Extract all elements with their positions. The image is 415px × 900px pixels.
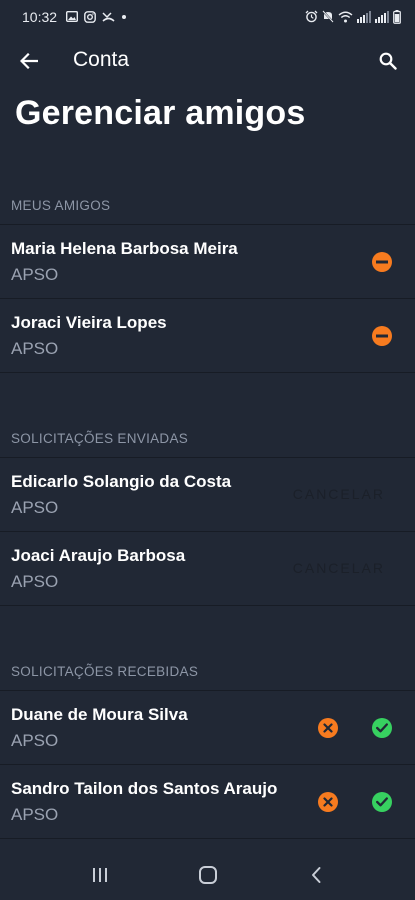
friend-name: Joraci Vieira Lopes xyxy=(11,313,167,332)
battery-icon xyxy=(393,9,401,24)
sent-request-name: Edicarlo Solangio da Costa xyxy=(11,472,232,491)
friend-org: APSO xyxy=(11,265,59,284)
divider xyxy=(0,838,415,839)
minus-icon xyxy=(376,334,388,338)
instagram-icon xyxy=(84,10,96,23)
dot-icon xyxy=(122,14,126,19)
system-nav-bar xyxy=(0,848,415,900)
app-bar: Conta xyxy=(0,34,415,88)
back-nav-button[interactable] xyxy=(304,864,328,886)
status-time: 10:32 xyxy=(22,9,58,25)
search-icon xyxy=(379,52,397,70)
remove-friend-button[interactable] xyxy=(372,252,392,272)
section-header-received: SOLICITAÇÕES RECEBIDAS xyxy=(11,664,199,679)
friend-org: APSO xyxy=(11,339,59,358)
signal-icon xyxy=(357,10,371,23)
wifi-icon xyxy=(338,11,353,22)
status-bar: 10:32 xyxy=(0,0,415,34)
received-request-name: Duane de Moura Silva xyxy=(11,705,188,724)
section-header-sent: SOLICITAÇÕES ENVIADAS xyxy=(11,431,189,446)
arrow-left-icon xyxy=(20,53,38,69)
accept-request-button[interactable] xyxy=(372,792,392,812)
image-icon xyxy=(66,11,78,22)
remove-friend-button[interactable] xyxy=(372,326,392,346)
section-header-friends: MEUS AMIGOS xyxy=(11,198,111,213)
decline-request-button[interactable] xyxy=(318,792,338,812)
check-icon xyxy=(376,797,388,807)
check-icon xyxy=(376,723,388,733)
search-button[interactable] xyxy=(373,46,403,76)
mute-icon xyxy=(322,10,334,23)
received-request-row: Duane de Moura Silva APSO xyxy=(0,691,415,764)
recent-apps-icon xyxy=(93,868,107,882)
divider xyxy=(0,605,415,606)
missed-call-icon xyxy=(102,11,115,22)
sent-request-name: Joaci Araujo Barbosa xyxy=(11,546,186,565)
accept-request-button[interactable] xyxy=(372,718,392,738)
received-request-name: Sandro Tailon dos Santos Araujo xyxy=(11,779,278,798)
cancel-request-button[interactable]: CANCELAR xyxy=(293,486,385,502)
sent-request-org: APSO xyxy=(11,498,59,517)
sent-request-row: Edicarlo Solangio da Costa APSO CANCELAR xyxy=(0,458,415,531)
back-button[interactable] xyxy=(14,46,44,76)
received-request-row: Sandro Tailon dos Santos Araujo APSO xyxy=(0,765,415,838)
minus-icon xyxy=(376,260,388,264)
friend-row[interactable]: Maria Helena Barbosa Meira APSO xyxy=(0,225,415,298)
decline-request-button[interactable] xyxy=(318,718,338,738)
friend-name: Maria Helena Barbosa Meira xyxy=(11,239,238,258)
cancel-request-button[interactable]: CANCELAR xyxy=(293,560,385,576)
page-title: Gerenciar amigos xyxy=(15,94,306,132)
status-left-icons xyxy=(66,9,127,24)
home-button[interactable] xyxy=(196,864,220,886)
received-request-org: APSO xyxy=(11,731,59,750)
app-bar-title: Conta xyxy=(73,48,130,71)
close-icon xyxy=(323,797,333,807)
alarm-icon xyxy=(305,10,318,23)
received-request-org: APSO xyxy=(11,805,59,824)
sent-request-org: APSO xyxy=(11,572,59,591)
divider xyxy=(0,372,415,373)
sent-request-row: Joaci Araujo Barbosa APSO CANCELAR xyxy=(0,532,415,605)
back-nav-icon xyxy=(312,867,321,883)
signal-icon xyxy=(375,10,389,23)
recent-apps-button[interactable] xyxy=(88,864,112,886)
close-icon xyxy=(323,723,333,733)
home-icon xyxy=(199,866,217,884)
friend-row[interactable]: Joraci Vieira Lopes APSO xyxy=(0,299,415,372)
status-right-icons xyxy=(305,9,401,24)
